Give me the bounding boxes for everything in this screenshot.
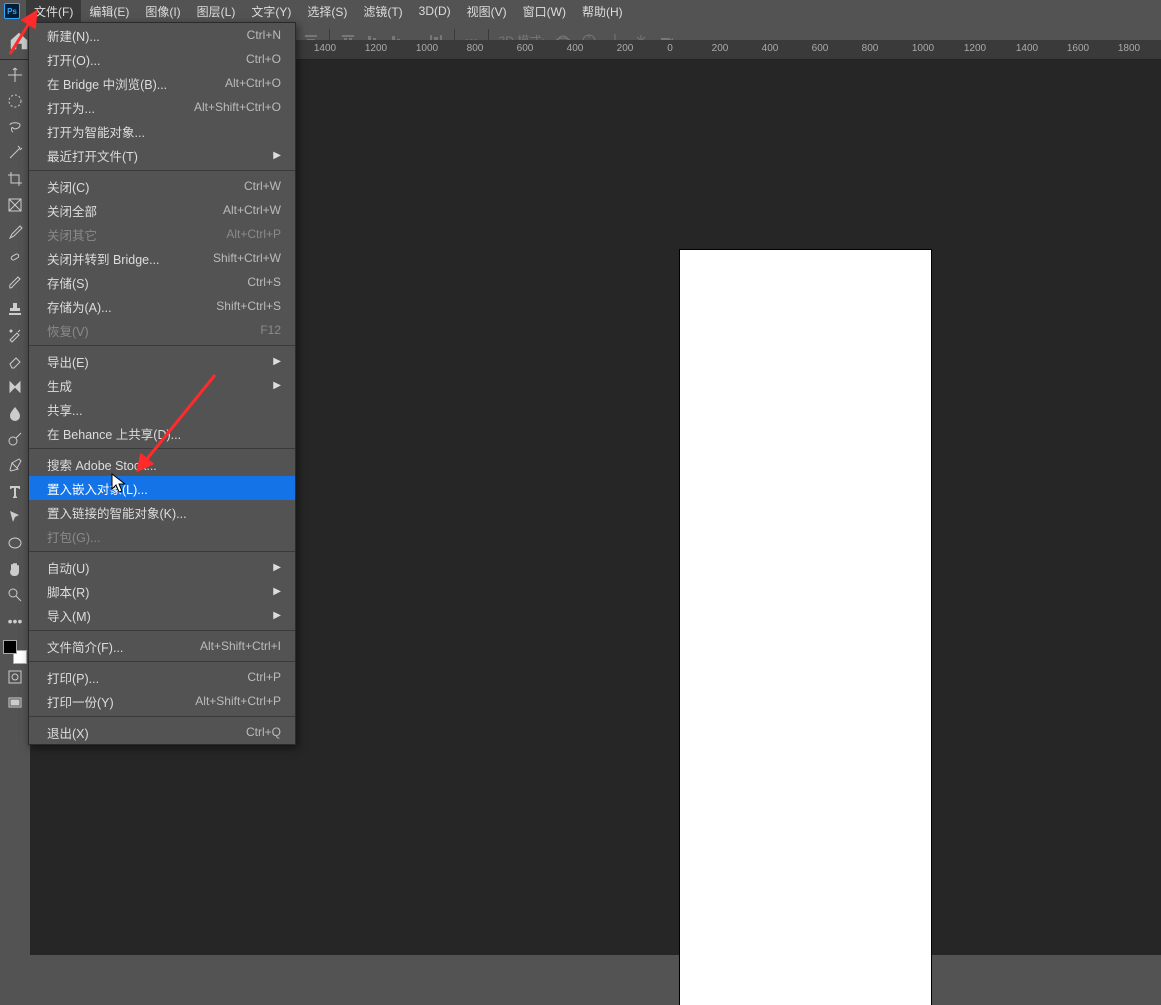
hand-tool-icon[interactable] — [2, 557, 28, 581]
color-swatch[interactable] — [3, 640, 27, 664]
blur-tool-icon[interactable] — [2, 401, 28, 425]
menu-item: 打包(G)... — [29, 524, 295, 548]
menu-select[interactable]: 选择(S) — [299, 0, 355, 23]
lasso-tool-icon[interactable] — [2, 115, 28, 139]
menu-item[interactable]: 打开为...Alt+Shift+Ctrl+O — [29, 95, 295, 119]
toolbox: ••• — [0, 60, 30, 716]
shape-tool-icon[interactable] — [2, 531, 28, 555]
menu-item[interactable]: 新建(N)...Ctrl+N — [29, 23, 295, 47]
menu-item[interactable]: 关闭全部Alt+Ctrl+W — [29, 198, 295, 222]
menu-item[interactable]: 脚本(R)▶ — [29, 579, 295, 603]
menu-edit[interactable]: 编辑(E) — [81, 0, 137, 23]
menu-type[interactable]: 文字(Y) — [243, 0, 299, 23]
menu-item[interactable]: 置入链接的智能对象(K)... — [29, 500, 295, 524]
menu-item[interactable]: 存储为(A)...Shift+Ctrl+S — [29, 294, 295, 318]
menu-view[interactable]: 视图(V) — [459, 0, 515, 23]
dodge-tool-icon[interactable] — [2, 427, 28, 451]
pen-tool-icon[interactable] — [2, 453, 28, 477]
frame-tool-icon[interactable] — [2, 193, 28, 217]
zoom-tool-icon[interactable] — [2, 583, 28, 607]
history-brush-tool-icon[interactable] — [2, 323, 28, 347]
menu-item[interactable]: 打印(P)...Ctrl+P — [29, 665, 295, 689]
brush-tool-icon[interactable] — [2, 271, 28, 295]
move-tool-icon[interactable] — [2, 63, 28, 87]
menu-item[interactable]: 搜索 Adobe Stock... — [29, 452, 295, 476]
menu-item: 关闭其它Alt+Ctrl+P — [29, 222, 295, 246]
menu-item[interactable]: 存储(S)Ctrl+S — [29, 270, 295, 294]
eraser-tool-icon[interactable] — [2, 349, 28, 373]
canvas-document[interactable] — [680, 250, 931, 1005]
menu-item[interactable]: 导出(E)▶ — [29, 349, 295, 373]
menu-item[interactable]: 置入嵌入对象(L)... — [29, 476, 295, 500]
menu-item[interactable]: 共享... — [29, 397, 295, 421]
menu-filter[interactable]: 滤镜(T) — [355, 0, 410, 23]
home-icon[interactable] — [8, 30, 30, 52]
screenmode-icon[interactable] — [2, 691, 28, 715]
menu-help[interactable]: 帮助(H) — [574, 0, 631, 23]
menu-item[interactable]: 退出(X)Ctrl+Q — [29, 720, 295, 744]
menu-item: 恢复(V)F12 — [29, 318, 295, 342]
menu-file[interactable]: 文件(F) — [26, 0, 81, 23]
menu-item[interactable]: 导入(M)▶ — [29, 603, 295, 627]
more-tools-icon[interactable]: ••• — [2, 609, 28, 633]
type-tool-icon[interactable] — [2, 479, 28, 503]
menu-image[interactable]: 图像(I) — [137, 0, 188, 23]
menu-item[interactable]: 在 Bridge 中浏览(B)...Alt+Ctrl+O — [29, 71, 295, 95]
menu-item[interactable]: 生成▶ — [29, 373, 295, 397]
photoshop-logo-icon: Ps — [4, 3, 20, 19]
path-tool-icon[interactable] — [2, 505, 28, 529]
crop-tool-icon[interactable] — [2, 167, 28, 191]
menu-3d[interactable]: 3D(D) — [411, 1, 459, 21]
menu-item[interactable]: 打开(O)...Ctrl+O — [29, 47, 295, 71]
wand-tool-icon[interactable] — [2, 141, 28, 165]
menu-layer[interactable]: 图层(L) — [189, 0, 244, 23]
file-menu-dropdown: 新建(N)...Ctrl+N打开(O)...Ctrl+O在 Bridge 中浏览… — [28, 22, 296, 745]
heal-tool-icon[interactable] — [2, 245, 28, 269]
menu-item[interactable]: 打印一份(Y)Alt+Shift+Ctrl+P — [29, 689, 295, 713]
menu-window[interactable]: 窗口(W) — [515, 0, 574, 23]
menu-item[interactable]: 打开为智能对象... — [29, 119, 295, 143]
quickmask-icon[interactable] — [2, 665, 28, 689]
menu-bar: Ps 文件(F) 编辑(E) 图像(I) 图层(L) 文字(Y) 选择(S) 滤… — [0, 0, 1161, 22]
menu-item[interactable]: 关闭(C)Ctrl+W — [29, 174, 295, 198]
gradient-tool-icon[interactable] — [2, 375, 28, 399]
menu-item[interactable]: 在 Behance 上共享(D)... — [29, 421, 295, 445]
menu-item[interactable]: 关闭并转到 Bridge...Shift+Ctrl+W — [29, 246, 295, 270]
stamp-tool-icon[interactable] — [2, 297, 28, 321]
menu-item[interactable]: 自动(U)▶ — [29, 555, 295, 579]
marquee-tool-icon[interactable] — [2, 89, 28, 113]
menu-item[interactable]: 最近打开文件(T)▶ — [29, 143, 295, 167]
eyedropper-tool-icon[interactable] — [2, 219, 28, 243]
menu-item[interactable]: 文件简介(F)...Alt+Shift+Ctrl+I — [29, 634, 295, 658]
